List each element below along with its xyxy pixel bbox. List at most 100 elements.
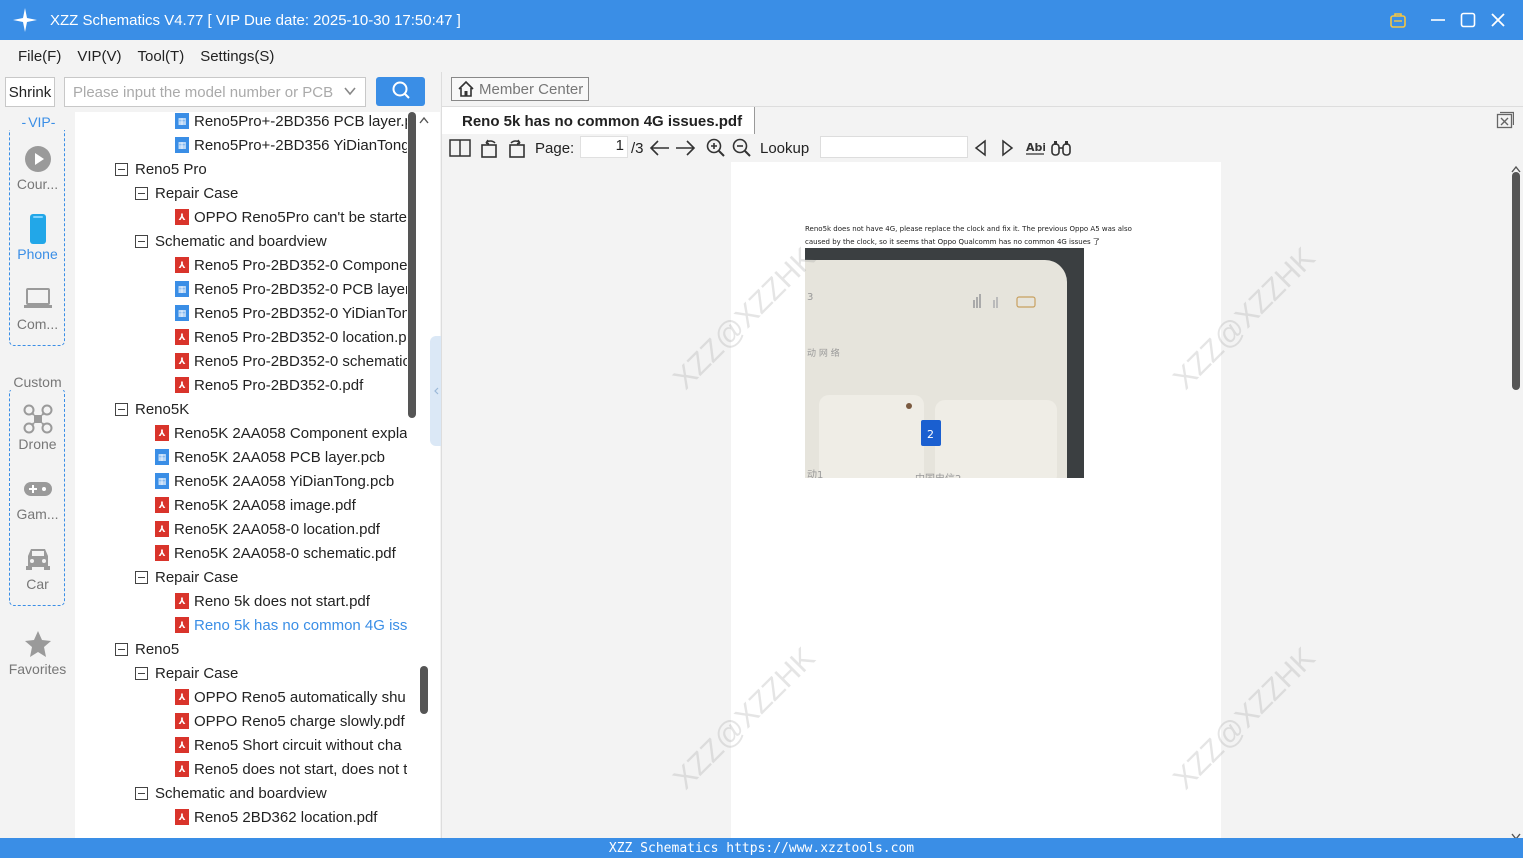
pdf-file-icon: ⅄ xyxy=(155,545,169,561)
tree-item-label: OPPO Reno5Pro can't be started xyxy=(194,208,407,226)
rotate-right-icon[interactable] xyxy=(506,137,526,159)
category-phone[interactable]: Phone xyxy=(0,212,75,262)
star-icon xyxy=(0,627,75,661)
page-text-line: Reno5k does not have 4G, please replace … xyxy=(805,225,1132,233)
pdf-file-icon: ⅄ xyxy=(175,593,189,609)
tree-file[interactable]: ▦ Reno5K 2AA058 YiDianTong.pcb xyxy=(75,469,407,493)
vip-bag-icon[interactable] xyxy=(1383,0,1413,40)
pdf-toolbar: Page: 1 /3 Lookup Abi xyxy=(442,134,1523,162)
chevron-down-icon[interactable] xyxy=(343,84,357,102)
tree-file[interactable]: ⅄ Reno5 2BD362 location.pdf xyxy=(75,805,407,829)
category-courses[interactable]: Cour... xyxy=(0,142,75,192)
tree-file[interactable]: ⅄ Reno5K 2AA058-0 schematic.pdf xyxy=(75,541,407,565)
tree-file[interactable]: ⅄ OPPO Reno5 charge slowly.pdf xyxy=(75,709,407,733)
find-next-icon[interactable] xyxy=(999,137,1015,159)
shrink-button[interactable]: Shrink xyxy=(5,77,55,107)
sidebar-toggle-icon[interactable] xyxy=(449,137,471,159)
tree-file[interactable]: ⅄ OPPO Reno5 automatically shu xyxy=(75,685,407,709)
tree-item-label: OPPO Reno5 charge slowly.pdf xyxy=(194,712,405,730)
close-button[interactable] xyxy=(1483,0,1513,40)
tree-file[interactable]: ⅄ Reno 5k does not start.pdf xyxy=(75,589,407,613)
pdf-file-icon: ⅄ xyxy=(175,377,189,393)
tree-file[interactable]: ⅄ Reno5 Pro-2BD352-0 schematic xyxy=(75,349,407,373)
viewer-scroll-down-icon[interactable] xyxy=(1511,828,1521,838)
tree-file[interactable]: ⅄ Reno5K 2AA058 Component expla xyxy=(75,421,407,445)
collapse-icon xyxy=(135,786,148,800)
tree-item-label: Reno5Pro+-2BD356 PCB layer.p xyxy=(194,112,407,130)
collapse-icon xyxy=(135,666,148,680)
tree-item-label: Reno5K 2AA058-0 location.pdf xyxy=(174,520,380,538)
binoculars-icon[interactable] xyxy=(1050,137,1072,159)
previous-page-icon[interactable] xyxy=(649,137,671,159)
tree-file[interactable]: ▦ Reno5 Pro-2BD352-0 PCB layer. xyxy=(75,277,407,301)
scroll-up-arrow-icon[interactable] xyxy=(419,113,429,129)
tree-item-label: Reno 5k does not start.pdf xyxy=(194,592,370,610)
zoom-out-icon[interactable] xyxy=(732,137,752,159)
tree-folder[interactable]: Reno5 xyxy=(75,637,407,661)
zoom-in-icon[interactable] xyxy=(706,137,726,159)
tree-file[interactable]: ▦ Reno5 Pro-2BD352-0 YiDianTon xyxy=(75,301,407,325)
category-car[interactable]: Car xyxy=(0,542,75,592)
menu-settings[interactable]: Settings(S) xyxy=(192,48,282,65)
tree-file[interactable]: ⅄ Reno 5k has no common 4G iss xyxy=(75,613,407,637)
tab-document[interactable]: Reno 5k has no common 4G issues.pdf xyxy=(442,107,756,135)
menu-file[interactable]: File(F) xyxy=(10,48,69,65)
next-page-icon[interactable] xyxy=(674,137,696,159)
tree-file[interactable]: ⅄ Reno5 Pro-2BD352-0 location.p xyxy=(75,325,407,349)
tree-file[interactable]: ▦ Reno5Pro+-2BD356 YiDianTong xyxy=(75,133,407,157)
search-input[interactable]: Please input the model number or PCB xyxy=(64,77,366,107)
tree-folder[interactable]: Schematic and boardview xyxy=(75,229,407,253)
tree-folder[interactable]: Reno5K xyxy=(75,397,407,421)
rotate-left-icon[interactable] xyxy=(480,137,500,159)
tree-folder[interactable]: Repair Case xyxy=(75,181,407,205)
pdf-file-icon: ⅄ xyxy=(175,689,189,705)
menu-tool[interactable]: Tool(T) xyxy=(130,48,193,65)
tree-folder[interactable]: Repair Case xyxy=(75,661,407,685)
find-previous-icon[interactable] xyxy=(973,137,989,159)
gamepad-icon xyxy=(0,472,75,506)
tree-item-label: Reno 5k has no common 4G iss xyxy=(194,616,407,634)
tree-file[interactable]: ▦ Reno5K 2AA058 PCB layer.pcb xyxy=(75,445,407,469)
tree-folder[interactable]: Reno5 Pro xyxy=(75,157,407,181)
tree-file[interactable]: ⅄ OPPO Reno5Pro can't be started xyxy=(75,205,407,229)
search-placeholder: Please input the model number or PCB xyxy=(73,83,334,101)
pcb-file-icon: ▦ xyxy=(155,473,169,489)
category-game[interactable]: Gam... xyxy=(0,472,75,522)
tree-item-label: Reno5K 2AA058-0 schematic.pdf xyxy=(174,544,396,562)
tree-file[interactable]: ⅄ Reno5 Short circuit without cha xyxy=(75,733,407,757)
pcb-file-icon: ▦ xyxy=(175,305,189,321)
page-label: Page: xyxy=(535,139,575,157)
tree-scrollbar-thumb[interactable] xyxy=(408,112,416,418)
tree-file[interactable]: ⅄ Reno5K 2AA058 image.pdf xyxy=(75,493,407,517)
category-game-label: Gam... xyxy=(16,506,59,522)
pdf-file-icon: ⅄ xyxy=(175,761,189,777)
category-favorites[interactable]: Favorites xyxy=(0,627,75,677)
viewer-scroll-up-icon[interactable] xyxy=(1511,162,1521,178)
pdf-viewer[interactable]: Reno5k does not have 4G, please replace … xyxy=(442,162,1523,838)
menu-vip[interactable]: VIP(V) xyxy=(69,48,129,65)
tree-file[interactable]: ▦ Reno5Pro+-2BD356 PCB layer.p xyxy=(75,112,407,133)
tree-item-label: Reno5K 2AA058 image.pdf xyxy=(174,496,356,514)
tree-item-label: Schematic and boardview xyxy=(155,784,327,802)
minimize-button[interactable] xyxy=(1423,0,1453,40)
lookup-input[interactable] xyxy=(820,136,968,158)
match-case-icon[interactable]: Abi xyxy=(1025,137,1045,159)
tree-folder[interactable]: Schematic and boardview xyxy=(75,781,407,805)
tree-file[interactable]: ⅄ Reno5 does not start, does not t xyxy=(75,757,407,781)
close-tab-icon[interactable] xyxy=(1496,111,1515,132)
tree-secondary-scrollbar[interactable] xyxy=(420,666,428,714)
phone-icon xyxy=(0,212,75,246)
category-computer[interactable]: Com... xyxy=(0,282,75,332)
category-drone[interactable]: Drone xyxy=(0,402,75,452)
pdf-file-icon: ⅄ xyxy=(155,425,169,441)
maximize-button[interactable] xyxy=(1453,0,1483,40)
category-phone-label: Phone xyxy=(17,246,58,262)
viewer-scrollbar-thumb[interactable] xyxy=(1512,172,1520,390)
tree-file[interactable]: ⅄ Reno5 Pro-2BD352-0.pdf xyxy=(75,373,407,397)
page-number-input[interactable]: 1 xyxy=(580,136,628,158)
tree-file[interactable]: ⅄ Reno5 Pro-2BD352-0 Compone xyxy=(75,253,407,277)
member-center-button[interactable]: Member Center xyxy=(451,77,589,101)
tree-file[interactable]: ⅄ Reno5K 2AA058-0 location.pdf xyxy=(75,517,407,541)
tree-folder[interactable]: Repair Case xyxy=(75,565,407,589)
search-button[interactable] xyxy=(376,77,425,106)
